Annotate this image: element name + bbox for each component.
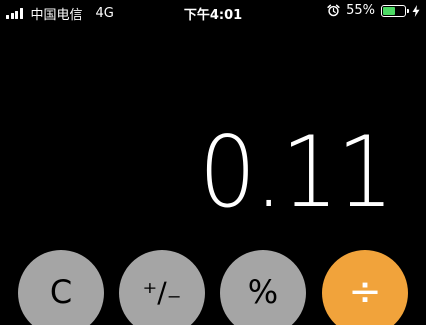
clear-button[interactable]: C bbox=[18, 250, 104, 325]
battery-fill bbox=[383, 6, 395, 15]
network-type: 4G bbox=[95, 6, 114, 21]
status-bar-left: 中国电信 4G bbox=[6, 4, 114, 23]
status-bar-right: 55% bbox=[327, 3, 420, 18]
signal-icon bbox=[6, 8, 23, 19]
status-bar: 中国电信 4G 下午4:01 55% bbox=[0, 0, 426, 24]
result-display: 0.11 bbox=[198, 116, 394, 230]
battery-percent: 55% bbox=[346, 3, 375, 18]
percent-button[interactable]: % bbox=[220, 250, 306, 325]
calculator-screen: 中国电信 4G 下午4:01 55% 0.11 C ⁺∕₋ % ÷ bbox=[0, 0, 426, 325]
charging-bolt-icon bbox=[412, 4, 420, 17]
plus-minus-button[interactable]: ⁺∕₋ bbox=[119, 250, 205, 325]
battery-icon bbox=[381, 4, 409, 17]
keypad-row: C ⁺∕₋ % ÷ bbox=[0, 250, 426, 325]
carrier-name: 中国电信 bbox=[30, 8, 83, 23]
alarm-icon bbox=[327, 4, 340, 17]
divide-button[interactable]: ÷ bbox=[322, 250, 408, 325]
